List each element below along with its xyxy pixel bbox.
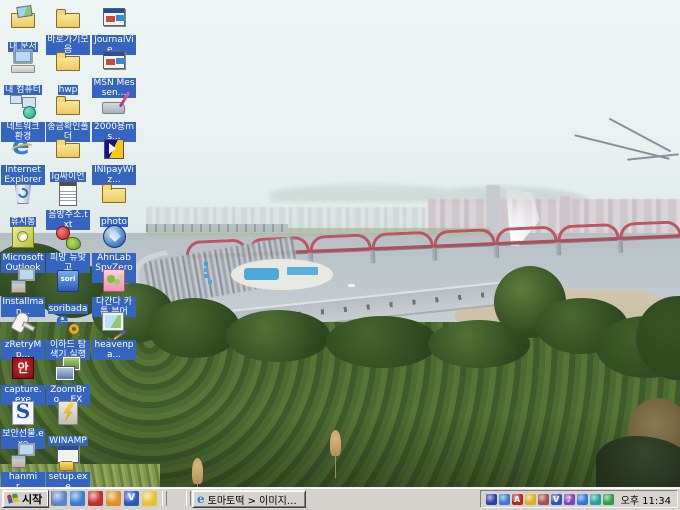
window-button-label: 토마토떡 > 이미지방 1... bbox=[208, 492, 301, 507]
tray-icon-group: A V♪ bbox=[486, 494, 614, 505]
window-icon bbox=[99, 47, 129, 77]
v3-antivirus-icon[interactable]: A bbox=[512, 494, 523, 505]
media-player-icon[interactable] bbox=[88, 491, 103, 506]
recycle-icon bbox=[8, 179, 38, 209]
desktop-icon[interactable]: hanmir.... bbox=[1, 441, 45, 488]
show-desktop-icon[interactable] bbox=[52, 491, 67, 506]
folder-icon bbox=[53, 4, 83, 34]
soribada-icon bbox=[53, 266, 83, 296]
internet-explorer-icon: e bbox=[197, 493, 205, 505]
network-status-icon[interactable] bbox=[499, 494, 510, 505]
folder-icon bbox=[53, 47, 83, 77]
ehard-icon bbox=[53, 309, 83, 339]
utility-icon[interactable] bbox=[590, 494, 601, 505]
messenger-tray-icon[interactable] bbox=[603, 494, 614, 505]
internet-globe-icon[interactable] bbox=[577, 494, 588, 505]
desktop-icon[interactable]: 내 컴퓨터 bbox=[1, 47, 45, 96]
cartoon-icon bbox=[99, 266, 129, 296]
folder-icon bbox=[53, 91, 83, 121]
desktop-icon[interactable]: setup.exe bbox=[46, 441, 90, 488]
windows-flag-icon bbox=[6, 493, 19, 505]
game-icon bbox=[53, 222, 83, 252]
inipay-icon bbox=[99, 134, 129, 164]
device-icon bbox=[99, 91, 129, 121]
start-button-label: 시작 bbox=[22, 491, 42, 507]
soribada-tray-icon[interactable]: V bbox=[551, 494, 562, 505]
desktop-icon[interactable]: heavenpa... bbox=[92, 309, 136, 361]
desktop-icon[interactable]: WINAMP bbox=[46, 398, 90, 447]
outlook-icon bbox=[8, 222, 38, 252]
screen: 내 문서바로가기모음JournalVie...내 컴퓨터hwpMSN Messe… bbox=[0, 0, 680, 510]
desktop-icon[interactable]: lg싸이언 bbox=[46, 134, 90, 183]
setup-icon bbox=[53, 441, 83, 471]
desktop[interactable]: 내 문서바로가기모음JournalVie...내 컴퓨터hwpMSN Messe… bbox=[0, 0, 680, 488]
quick-launch-bar: V bbox=[52, 491, 157, 506]
soribada-icon[interactable]: V bbox=[124, 491, 139, 506]
ime-indicator-icon[interactable] bbox=[486, 494, 497, 505]
taskbar-window-button[interactable]: e 토마토떡 > 이미지방 1... bbox=[192, 490, 306, 508]
folder-icon bbox=[53, 134, 83, 164]
system-tray: A V♪ 오후 11:34 bbox=[480, 490, 678, 508]
taskbar-divider[interactable] bbox=[162, 491, 167, 506]
ie-icon bbox=[8, 134, 38, 164]
desktop-icon-grid: 내 문서바로가기모음JournalVie...내 컴퓨터hwpMSN Messe… bbox=[0, 0, 680, 488]
textfile-icon bbox=[53, 179, 83, 209]
installer-icon bbox=[8, 266, 38, 296]
computer-icon bbox=[8, 47, 38, 77]
spyzero-icon bbox=[99, 222, 129, 252]
folder-icon bbox=[99, 179, 129, 209]
taskbar-clock[interactable]: 오후 11:34 bbox=[621, 492, 671, 507]
outlook-express-icon[interactable] bbox=[70, 491, 85, 506]
taskbar-divider[interactable] bbox=[186, 491, 191, 506]
desktop-icon[interactable]: photo bbox=[92, 179, 136, 228]
desktop-icon[interactable]: 휴지통 bbox=[1, 179, 45, 228]
network-icon bbox=[8, 91, 38, 121]
sblue-icon bbox=[8, 398, 38, 428]
desktop-icon-label: setup.exe bbox=[46, 472, 90, 488]
photos-icon bbox=[53, 354, 83, 384]
search-icon[interactable] bbox=[106, 491, 121, 506]
volume-icon[interactable] bbox=[525, 494, 536, 505]
desktop-icon[interactable]: 내 문서 bbox=[1, 4, 45, 53]
window-icon bbox=[99, 4, 129, 34]
desktop-icon-label: heavenpa... bbox=[92, 340, 136, 360]
messenger-icon[interactable] bbox=[142, 491, 157, 506]
winamp-icon bbox=[53, 398, 83, 428]
installer-icon bbox=[8, 441, 38, 471]
taskbar: 시작 V e 토마토떡 > 이미지방 1... AV♪ 오후 11:34 bbox=[0, 487, 680, 510]
desktop-icon-label: hanmir.... bbox=[1, 472, 45, 488]
music-icon[interactable]: ♪ bbox=[564, 494, 575, 505]
ahn-icon bbox=[8, 354, 38, 384]
glove-icon bbox=[8, 309, 38, 339]
start-button[interactable]: 시작 bbox=[2, 490, 49, 508]
folder-image-icon bbox=[8, 4, 38, 34]
display-settings-icon[interactable] bbox=[538, 494, 549, 505]
paint-icon bbox=[99, 309, 129, 339]
desktop-icon[interactable]: hwp bbox=[46, 47, 90, 96]
